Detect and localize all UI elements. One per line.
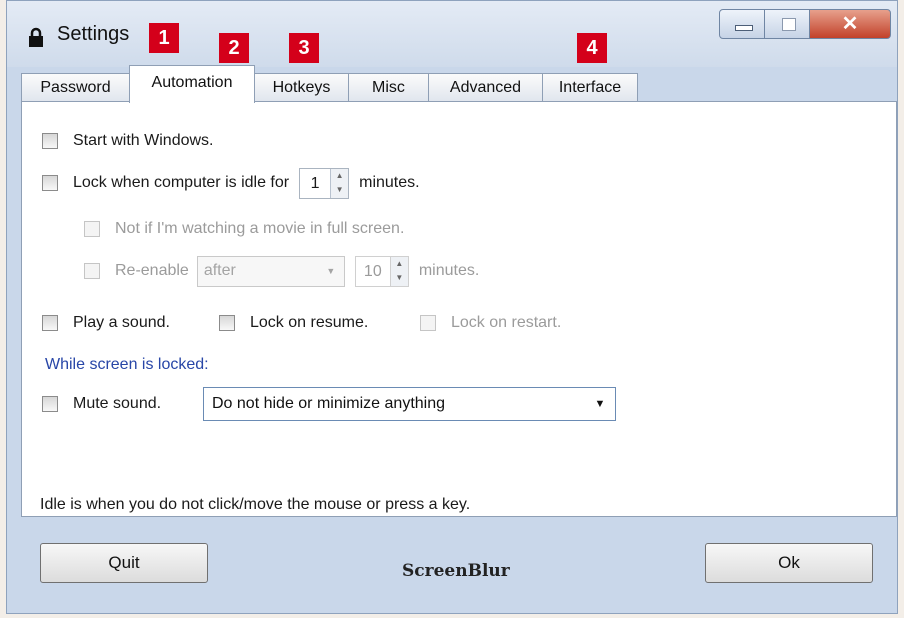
not-if-movie-checkbox[interactable] — [84, 221, 100, 237]
idle-minutes-spinner[interactable]: 1 ▲ ▼ — [299, 167, 350, 199]
idle-note: Idle is when you do not click/move the m… — [40, 496, 471, 513]
not-if-movie-label: Not if I'm watching a movie in full scre… — [115, 220, 405, 237]
reenable-minutes-spinner[interactable]: 10 ▲ ▼ — [354, 255, 409, 287]
spin-down-icon[interactable]: ▼ — [390, 271, 408, 286]
chevron-down-icon: ▼ — [326, 266, 336, 276]
annotation-badge-4: 4 — [577, 33, 607, 63]
reenable-minutes-value[interactable]: 10 — [356, 257, 390, 286]
reenable-checkbox[interactable] — [84, 263, 100, 279]
not-if-movie-row: Not if I'm watching a movie in full scre… — [84, 218, 404, 240]
brand-label: ScreenBlur — [402, 561, 510, 581]
reenable-label: Re-enable — [115, 262, 189, 279]
idle-minutes-label: minutes. — [359, 174, 420, 191]
spin-up-icon[interactable]: ▲ — [331, 168, 349, 183]
automation-panel: Start with Windows. Lock when computer i… — [21, 101, 897, 517]
start-with-windows-label: Start with Windows. — [73, 132, 214, 149]
close-icon: ✕ — [841, 13, 859, 35]
close-button[interactable]: ✕ — [809, 9, 891, 39]
annotation-badge-1: 1 — [149, 23, 179, 53]
lock-on-resume-row: Lock on resume. — [219, 312, 368, 334]
play-sound-row: Play a sound. — [42, 312, 170, 334]
annotation-badge-3: 3 — [289, 33, 319, 63]
reenable-minutes-label: minutes. — [418, 262, 480, 279]
lock-icon — [29, 27, 43, 47]
hide-behavior-select[interactable]: Do not hide or minimize anything ▼ — [203, 387, 616, 421]
window-title: Settings — [57, 23, 130, 45]
annotation-badge-2: 2 — [219, 33, 249, 63]
ok-button[interactable]: Ok — [705, 543, 873, 583]
play-sound-label: Play a sound. — [73, 314, 170, 331]
minimize-icon — [735, 25, 753, 31]
quit-button[interactable]: Quit — [40, 543, 208, 583]
spin-up-icon[interactable]: ▲ — [390, 256, 408, 271]
lock-idle-checkbox[interactable] — [42, 175, 58, 191]
mute-sound-checkbox[interactable] — [42, 396, 58, 412]
spin-down-icon[interactable]: ▼ — [331, 183, 349, 198]
lock-on-resume-checkbox[interactable] — [219, 315, 235, 331]
reenable-select-value: after — [203, 262, 236, 279]
lock-on-restart-label: Lock on restart. — [451, 314, 562, 331]
maximize-button[interactable] — [764, 9, 810, 39]
idle-minutes-value[interactable]: 1 — [300, 169, 330, 198]
while-locked-heading: While screen is locked: — [45, 356, 209, 373]
lock-on-resume-label: Lock on resume. — [250, 314, 369, 331]
start-with-windows-row: Start with Windows. — [42, 130, 213, 152]
tab-misc[interactable]: Misc — [348, 73, 429, 101]
settings-window: Settings 1 2 3 4 ✕ Password Automation H… — [6, 0, 898, 614]
lock-idle-label: Lock when computer is idle for — [73, 174, 290, 191]
maximize-icon — [782, 18, 796, 31]
reenable-select[interactable]: after ▼ — [196, 255, 345, 287]
chevron-down-icon: ▼ — [594, 398, 606, 410]
tab-hotkeys[interactable]: Hotkeys — [254, 73, 349, 101]
reenable-row: Re-enable after ▼ 10 ▲ ▼ minutes. — [84, 255, 480, 287]
play-sound-checkbox[interactable] — [42, 315, 58, 331]
tab-password[interactable]: Password — [21, 73, 130, 101]
hide-behavior-value: Do not hide or minimize anything — [212, 395, 446, 412]
title-bar: Settings 1 2 3 4 ✕ — [7, 1, 897, 67]
mute-sound-row: Mute sound. — [42, 393, 161, 415]
lock-on-restart-checkbox[interactable] — [420, 315, 436, 331]
tab-interface[interactable]: Interface — [542, 73, 638, 101]
lock-idle-row: Lock when computer is idle for 1 ▲ ▼ minu… — [42, 167, 420, 199]
tab-automation[interactable]: Automation — [129, 65, 255, 103]
minimize-button[interactable] — [719, 9, 765, 39]
tab-advanced[interactable]: Advanced — [428, 73, 543, 101]
start-with-windows-checkbox[interactable] — [42, 133, 58, 149]
lock-on-restart-row: Lock on restart. — [420, 312, 561, 334]
mute-sound-label: Mute sound. — [73, 395, 162, 412]
